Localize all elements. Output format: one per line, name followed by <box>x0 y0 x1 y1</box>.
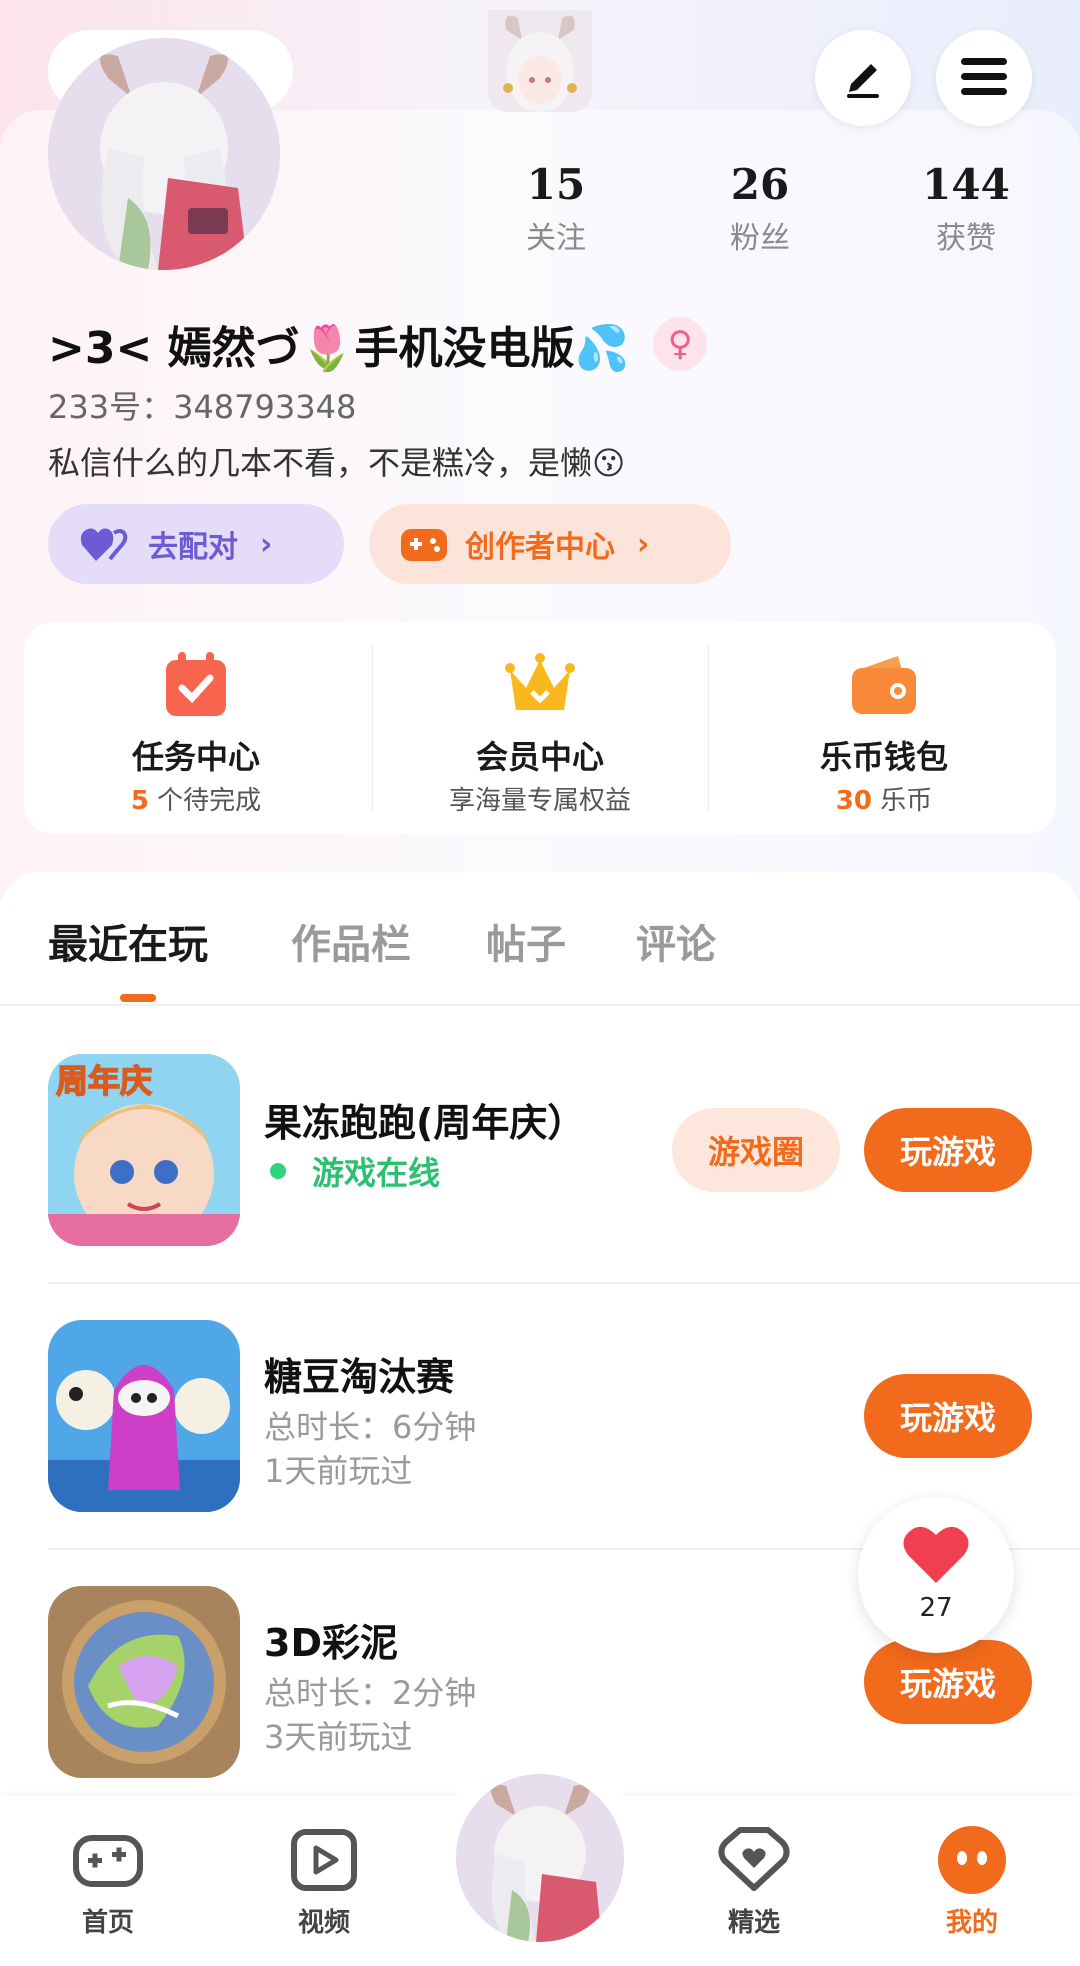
female-icon: ♀ <box>653 317 708 371</box>
user-bio: 私信什么的几本不看，不是糕冷，是懒😗 <box>48 444 626 482</box>
online-dot-icon <box>270 1163 286 1179</box>
stat-label: 获赞 <box>936 221 996 256</box>
nav-featured[interactable]: 精选 <box>684 1822 824 1939</box>
profile-avatar[interactable] <box>48 38 280 270</box>
username: >3< 嫣然づ🌷手机没电版💦 ♀ <box>48 312 708 376</box>
member-center[interactable]: 会员中心 享海量专属权益 <box>368 622 712 834</box>
tab-works[interactable]: 作品栏 <box>291 912 411 970</box>
hamburger-icon <box>961 56 1007 100</box>
stat-value: 15 <box>526 160 586 209</box>
tab-posts[interactable]: 帖子 <box>486 912 566 970</box>
nav-center-avatar[interactable] <box>456 1774 624 1942</box>
service-sub-text: 乐币 <box>871 786 933 816</box>
wallet-icon <box>848 648 920 720</box>
tab-recent[interactable]: 最近在玩 <box>48 912 208 970</box>
service-title: 任务中心 <box>131 738 260 776</box>
stat-value: 144 <box>922 160 1010 209</box>
game-icon-stumble <box>48 1320 240 1512</box>
active-tab-indicator <box>120 994 156 1002</box>
chevron-right-icon: › <box>637 526 650 562</box>
pair-label: 去配对 <box>148 530 238 565</box>
game-name: 糖豆淘汰赛 <box>264 1355 455 1399</box>
like-count: 27 <box>919 1593 953 1623</box>
creator-center-button[interactable]: 创作者中心 › <box>369 504 731 584</box>
task-center[interactable]: 任务中心 5 个待完成 <box>24 622 368 834</box>
chevron-right-icon: › <box>260 526 273 562</box>
nav-label: 精选 <box>727 1908 780 1938</box>
heart-icon <box>902 1523 970 1589</box>
game-duration: 总时长：2分钟 <box>264 1674 477 1712</box>
creator-label: 创作者中心 <box>465 530 615 565</box>
game-last-played: 1天前玩过 <box>264 1452 413 1490</box>
nav-mine[interactable]: 我的 <box>902 1822 1042 1939</box>
play-game-button[interactable]: 玩游戏 <box>864 1108 1032 1192</box>
divider <box>708 644 709 812</box>
service-sub: 30 乐币 <box>712 780 1056 817</box>
game-item[interactable]: 周年庆 果冻跑跑(周年庆） 游戏在线 游戏圈 玩游戏 <box>0 1054 1080 1319</box>
services-card: 任务中心 5 个待完成 会员中心 享海量专属权益 乐币钱包 30 乐币 <box>24 622 1056 834</box>
tab-comments[interactable]: 评论 <box>636 912 716 970</box>
calendar-check-icon <box>160 648 232 720</box>
game-icon-3d-clay <box>48 1586 240 1778</box>
face-icon <box>934 1822 1010 1898</box>
stat-label: 粉丝 <box>730 221 790 256</box>
like-float-button[interactable]: 27 <box>858 1497 1014 1653</box>
menu-button[interactable] <box>936 30 1032 126</box>
banner-character-image <box>488 10 592 112</box>
play-game-button[interactable]: 玩游戏 <box>864 1374 1032 1458</box>
gamepad-icon <box>70 1822 146 1898</box>
game-name: 果冻跑跑(周年庆） <box>264 1101 586 1145</box>
nav-label: 我的 <box>945 1908 998 1938</box>
hearts-icon <box>80 525 130 563</box>
anniversary-text: 周年庆 <box>56 1062 152 1100</box>
nav-home[interactable]: 首页 <box>38 1822 178 1939</box>
stat-followers[interactable]: 26 粉丝 <box>680 160 840 257</box>
play-game-button[interactable]: 玩游戏 <box>864 1640 1032 1724</box>
nav-label: 视频 <box>297 1908 350 1938</box>
divider <box>0 1004 1080 1006</box>
service-sub-text: 享海量专属权益 <box>448 786 631 816</box>
coin-wallet[interactable]: 乐币钱包 30 乐币 <box>712 622 1056 834</box>
play-video-icon <box>286 1822 362 1898</box>
service-title: 乐币钱包 <box>819 738 948 776</box>
crown-icon <box>504 648 576 720</box>
coin-balance: 30 <box>835 786 872 816</box>
status-text: 游戏在线 <box>312 1154 441 1192</box>
heart-shield-icon <box>716 1822 792 1898</box>
stat-value: 26 <box>730 160 790 209</box>
pending-count: 5 <box>130 786 149 816</box>
game-circle-button[interactable]: 游戏圈 <box>672 1108 840 1192</box>
divider <box>48 1282 1080 1284</box>
game-last-played: 3天前玩过 <box>264 1718 413 1756</box>
service-title: 会员中心 <box>475 738 604 776</box>
username-text: >3< 嫣然づ🌷手机没电版💦 <box>48 323 630 374</box>
game-icon-jelly-run: 周年庆 <box>48 1054 240 1246</box>
stat-label: 关注 <box>526 221 586 256</box>
nav-video[interactable]: 视频 <box>254 1822 394 1939</box>
game-online-status: 游戏在线 <box>264 1148 440 1194</box>
service-sub: 享海量专属权益 <box>368 780 712 817</box>
service-sub-text: 个待完成 <box>148 786 262 816</box>
pair-button[interactable]: 去配对 › <box>48 504 344 584</box>
pen-icon <box>841 54 885 102</box>
service-sub: 5 个待完成 <box>24 780 368 817</box>
stat-likes[interactable]: 144 获赞 <box>886 160 1046 257</box>
gamepad-plus-icon <box>401 525 447 563</box>
stat-following[interactable]: 15 关注 <box>476 160 636 257</box>
user-id: 233号：348793348 <box>48 388 357 426</box>
nav-label: 首页 <box>81 1908 134 1938</box>
tab-bar: 最近在玩 作品栏 帖子 评论 <box>0 872 1080 1004</box>
edit-button[interactable] <box>815 30 911 126</box>
game-name: 3D彩泥 <box>264 1621 398 1665</box>
game-duration: 总时长：6分钟 <box>264 1408 477 1446</box>
